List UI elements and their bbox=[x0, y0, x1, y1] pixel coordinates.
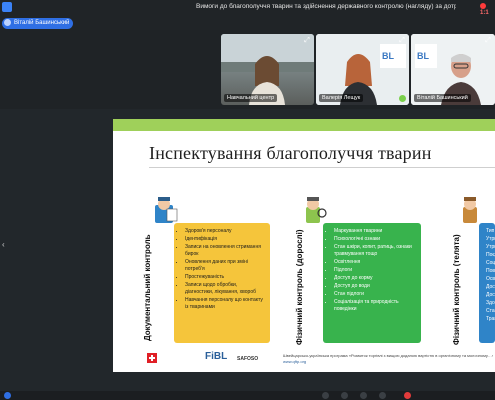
column-label: Документальний контроль bbox=[143, 234, 152, 341]
checklist-item: Підлоги bbox=[334, 267, 417, 274]
participant-tile-1[interactable]: ⤢ Навчальний центр bbox=[221, 34, 314, 105]
checklist-item: Оновлення даних при зміні потреб'я bbox=[185, 259, 266, 273]
share-screen-icon[interactable] bbox=[360, 392, 367, 399]
slide-divider bbox=[149, 167, 495, 168]
checklist-item: Психологічні ознаки bbox=[334, 236, 417, 243]
mic-active-icon bbox=[399, 95, 406, 102]
participant-name: Валерія Лещук bbox=[319, 94, 364, 102]
checklist-item: Поєдн bbox=[486, 252, 495, 259]
column-label: Фізичний контроль (дорослі) bbox=[295, 229, 304, 345]
participant-tile-2[interactable]: BL ⤢ Валерія Лещук bbox=[316, 34, 409, 105]
meeting-title: Вимоги до благополуччя тварин та здійсне… bbox=[196, 3, 456, 10]
column-label: Фізичний контроль (телята) bbox=[452, 234, 461, 345]
expand-icon[interactable]: ⤢ bbox=[484, 37, 492, 45]
swiss-flag-icon bbox=[147, 353, 157, 363]
checklist-item: Стан підлоги bbox=[334, 291, 417, 298]
inspector-documents-icon bbox=[155, 197, 178, 223]
chat-icon[interactable] bbox=[4, 392, 11, 399]
checklist-item: Ідентифікація bbox=[185, 236, 266, 243]
checklist-item: Здоро bbox=[486, 300, 495, 307]
checklist-box-documents: Здоров'я персоналу Ідентифікація Записи … bbox=[174, 223, 270, 343]
checklist-box-calves: Тип п Утрим Утрим Поєдн Соціа Повіт Осві… bbox=[479, 223, 495, 343]
fibl-logo: FiBL bbox=[205, 351, 228, 362]
collapse-panel-icon[interactable]: ‹ bbox=[2, 240, 5, 249]
checklist-item: Освіт bbox=[486, 276, 495, 283]
record-icon bbox=[480, 3, 486, 9]
checklist-item: Доступ до води bbox=[334, 283, 417, 290]
slide-title: Інспектування благополуччя тварин bbox=[149, 143, 432, 163]
checklist-item: Трави bbox=[486, 316, 495, 323]
checklist-box-adults: Маркування тварини Психологічні ознаки С… bbox=[323, 223, 421, 343]
expand-icon[interactable]: ⤢ bbox=[303, 37, 311, 45]
svg-text:BL: BL bbox=[382, 51, 394, 61]
checklist-item: Навчання персоналу що контакту із тварин… bbox=[185, 297, 266, 311]
checklist-item: Записи на оновлення стримання бирок bbox=[185, 244, 266, 258]
app-icon[interactable] bbox=[2, 2, 12, 12]
checklist-item: Досту bbox=[486, 284, 495, 291]
checklist-item: Простежуваність bbox=[185, 274, 266, 281]
safoso-logo: SAFOSO bbox=[237, 356, 259, 362]
checklist-item: Освітлення bbox=[334, 259, 417, 266]
slide-header-band bbox=[113, 119, 495, 131]
inspector-calves-icon bbox=[463, 197, 477, 223]
participant-name: Навчальний центр bbox=[224, 94, 278, 102]
checklist-item: Соціа bbox=[486, 260, 495, 267]
footer-url: www.qftp.org bbox=[283, 359, 307, 364]
checklist-item: Записи щодо обробки, діагностики, лікува… bbox=[185, 282, 266, 296]
checklist-item: Маркування тварини bbox=[334, 228, 417, 235]
checklist-item: Утрим bbox=[486, 236, 495, 243]
checklist-item: Доступ до корму bbox=[334, 275, 417, 282]
screen-share-icon bbox=[4, 18, 11, 26]
slide-footer: FiBL SAFOSO Швейцарсько-українська прогр… bbox=[113, 347, 495, 372]
checklist-item: Досту bbox=[486, 292, 495, 299]
more-options-icon[interactable] bbox=[379, 392, 386, 399]
microphone-toggle-icon[interactable] bbox=[341, 392, 348, 399]
bottom-toolbar bbox=[0, 391, 495, 400]
checklist-item: Тип п bbox=[486, 228, 495, 235]
checklist-item: Утрим bbox=[486, 244, 495, 251]
footer-note: Швейцарсько-українська програма «Розвито… bbox=[283, 353, 493, 358]
checklist-item: Повіт bbox=[486, 268, 495, 275]
recording-time: 1:1 bbox=[480, 9, 489, 16]
checklist-item: Соціалізація та природність поведінки bbox=[334, 299, 417, 313]
leave-call-icon[interactable] bbox=[404, 392, 411, 399]
participant-tile-3[interactable]: BL ⤢ Віталій Башинський bbox=[411, 34, 495, 105]
presenter-badge[interactable]: Віталій Башинський bbox=[2, 18, 74, 29]
recording-indicator[interactable]: 1:1 bbox=[480, 3, 495, 16]
camera-toggle-icon[interactable] bbox=[322, 392, 329, 399]
meeting-header: Вимоги до благополуччя тварин та здійсне… bbox=[0, 0, 495, 30]
svg-text:BL: BL bbox=[417, 51, 429, 61]
presenter-name: Віталій Башинський bbox=[14, 20, 70, 26]
participant-name: Віталій Башинський bbox=[414, 94, 471, 102]
inspector-examining-icon bbox=[306, 197, 327, 223]
expand-icon[interactable]: ⤢ bbox=[398, 37, 406, 45]
checklist-item: Стан шкіри, копит, ратиць, ознаки травму… bbox=[334, 244, 417, 258]
checklist-item: Здоров'я персоналу bbox=[185, 228, 266, 235]
presentation-slide: Інспектування благополуччя тварин Докуме… bbox=[113, 119, 495, 372]
checklist-item: Стан bbox=[486, 308, 495, 315]
